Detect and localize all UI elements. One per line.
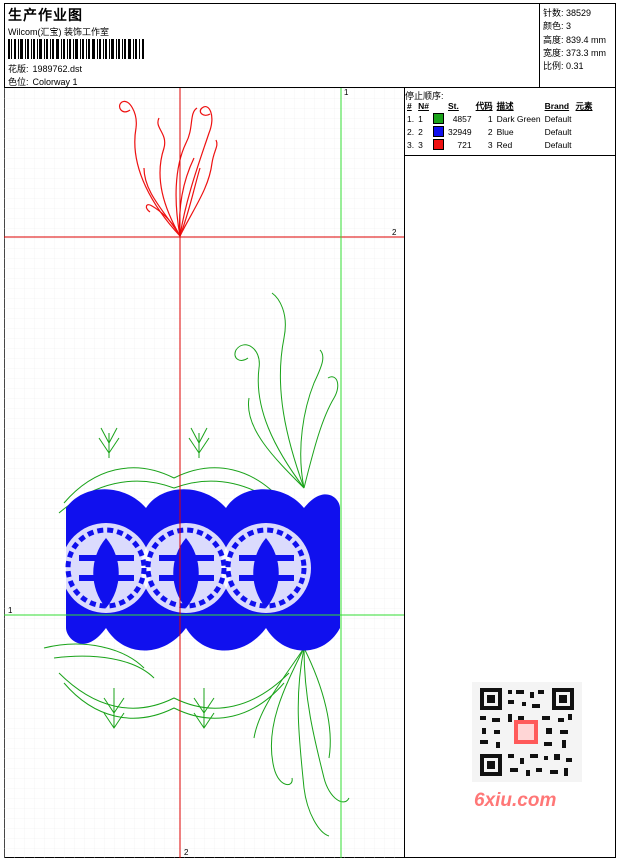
design-file-label: 花版: — [8, 64, 29, 74]
stitches-label: 针数: — [543, 8, 564, 18]
guide-mark-bottom: 2 — [184, 848, 189, 857]
barcode-graphic — [8, 39, 144, 59]
stitches-value: 38529 — [566, 8, 592, 18]
col-needle: N# — [418, 101, 429, 111]
row-needle: 3 — [418, 139, 423, 150]
col-brand: Brand — [544, 101, 570, 111]
row-description: Blue — [496, 126, 514, 137]
stats-panel: 针数: 38529 颜色: 3 高度: 839.4 mm 宽度: 373.3 m… — [540, 3, 616, 88]
row-index: 1. — [407, 113, 415, 124]
color-swatch — [432, 113, 444, 125]
width-label: 宽度: — [543, 48, 564, 58]
scale-label: 比例: — [543, 61, 564, 71]
blue-lace-band — [61, 489, 340, 651]
qr-code-image — [472, 682, 582, 782]
col-description: 描述 — [496, 101, 514, 111]
row-stitches: 4857 — [452, 113, 472, 124]
width-value: 373.3 mm — [566, 48, 607, 58]
stop-sequence-table: # N# St. 代码 描述 Brand 元素 1. 1 4857 1 Dark… — [405, 100, 595, 151]
col-stitches: St. — [447, 101, 459, 111]
row-description: Dark Green — [496, 113, 541, 124]
row-code: 3 — [487, 139, 493, 150]
col-element: 元素 — [575, 101, 593, 111]
height-value: 839.4 mm — [566, 35, 607, 45]
row-index: 2. — [407, 126, 415, 137]
design-file-value: 1989762.dst — [32, 64, 83, 74]
row-brand: Default — [544, 139, 572, 150]
colorway-value: Colorway 1 — [32, 77, 78, 87]
row-element — [574, 112, 595, 125]
design-canvas[interactable]: 1 2 1 2 — [4, 88, 405, 858]
row-needle: 2 — [418, 126, 423, 137]
col-code: 代码 — [475, 101, 493, 111]
color-swatch — [432, 139, 444, 151]
col-color-swatch — [431, 100, 446, 112]
scale-stat: 比例: 0.31 — [543, 59, 584, 72]
canvas-grid — [4, 88, 404, 858]
row-stitches: 32949 — [447, 126, 472, 137]
row-element — [574, 138, 595, 151]
row-code: 1 — [487, 113, 493, 124]
header-panel: 生产作业图 Wilcom(汇宝) 装饰工作室 花版: 1989762.dst 色位… — [4, 3, 540, 88]
scale-value: 0.31 — [566, 61, 584, 71]
col-index: # — [407, 101, 412, 111]
stop-table-header: # N# St. 代码 描述 Brand 元素 — [405, 100, 595, 112]
color-swatch — [432, 126, 444, 138]
guide-mark-left: 1 — [8, 606, 13, 615]
watermark-text: 6xiu.com — [474, 790, 557, 811]
row-brand: Default — [544, 126, 572, 137]
width-stat: 宽度: 373.3 mm — [543, 46, 606, 59]
guide-mark-red: 2 — [392, 228, 397, 237]
colors-stat: 颜色: 3 — [543, 19, 571, 32]
software-label: Wilcom(汇宝) 装饰工作室 — [8, 27, 109, 37]
height-label: 高度: — [543, 35, 564, 45]
row-element — [574, 125, 595, 138]
page-title: 生产作业图 — [8, 7, 83, 23]
table-row: 3. 3 721 3 Red Default — [405, 138, 595, 151]
stop-sequence-panel: 停止顺序: # N# St. 代码 描述 Brand 元素 1. 1 4857 … — [405, 88, 616, 156]
colorway-label: 色位: — [8, 77, 29, 87]
colors-value: 3 — [566, 21, 572, 31]
table-row: 1. 1 4857 1 Dark Green Default — [405, 112, 595, 125]
row-index: 3. — [407, 139, 415, 150]
stitches-stat: 针数: 38529 — [543, 6, 591, 19]
design-file-row: 花版: 1989762.dst — [8, 62, 82, 75]
row-brand: Default — [544, 113, 572, 124]
row-description: Red — [496, 139, 513, 150]
guide-mark-top: 1 — [344, 88, 349, 97]
table-row: 2. 2 32949 2 Blue Default — [405, 125, 595, 138]
row-code: 2 — [487, 126, 493, 137]
embroidery-preview — [4, 88, 404, 858]
colorway-row: 色位: Colorway 1 — [8, 75, 78, 88]
height-stat: 高度: 839.4 mm — [543, 33, 606, 46]
row-needle: 1 — [418, 113, 423, 124]
colors-label: 颜色: — [543, 21, 564, 31]
row-stitches: 721 — [457, 139, 472, 150]
